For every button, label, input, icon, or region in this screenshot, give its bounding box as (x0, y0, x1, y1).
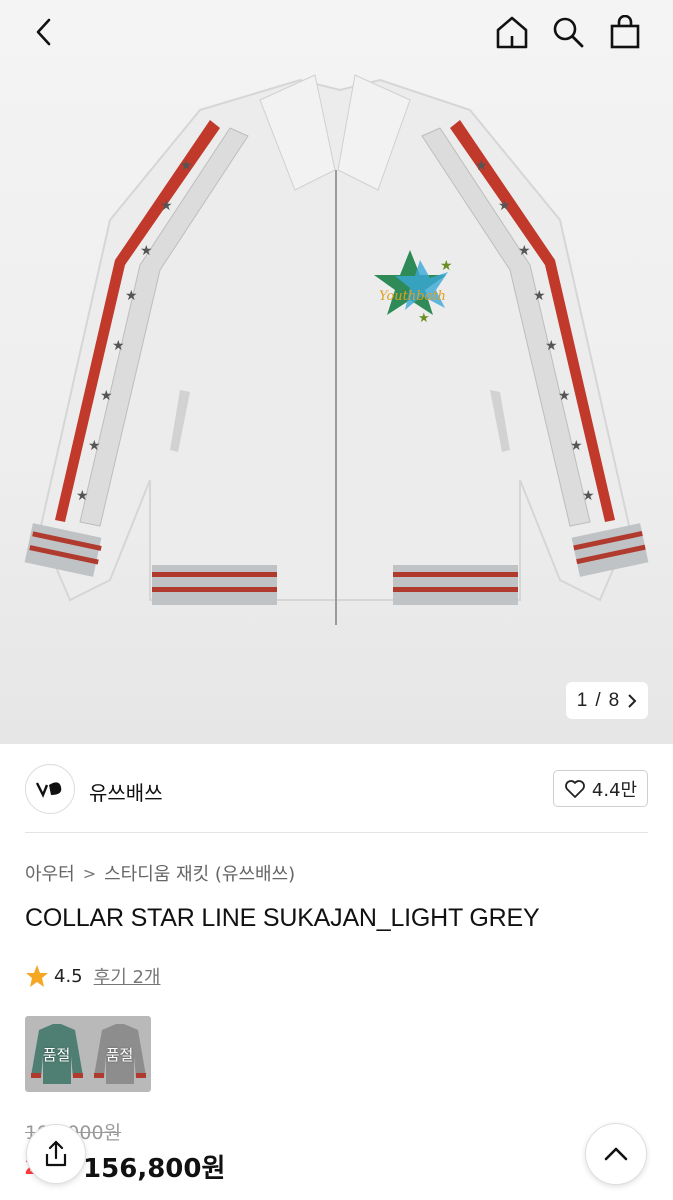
svg-text:★: ★ (498, 197, 511, 213)
variant-option-green[interactable]: 품절 (25, 1016, 88, 1092)
star-icon (26, 965, 48, 987)
svg-text:★: ★ (533, 287, 546, 303)
image-pager[interactable]: 1 / 8 (566, 682, 648, 719)
svg-text:★: ★ (518, 242, 531, 258)
back-button[interactable] (22, 10, 66, 54)
brand-logo[interactable] (25, 764, 75, 814)
svg-text:★: ★ (418, 310, 430, 325)
shopping-bag-icon (610, 15, 640, 49)
pager-total: 8 (608, 689, 620, 711)
chevron-left-icon (36, 18, 51, 46)
sold-out-label: 품절 (105, 1046, 134, 1064)
product-image-gallery[interactable]: ★ ★ ★ ★ ★ ★ ★ ★ ★ ★ ★ ★ ★ ★ ★ ★ Youthbath ★ ★ (0, 0, 673, 744)
breadcrumb-separator: > (82, 863, 97, 883)
search-button[interactable] (546, 10, 590, 54)
brand-logo-icon (35, 782, 62, 798)
variant-option-grey[interactable]: 품절 (88, 1016, 151, 1092)
product-title: COLLAR STAR LINE SUKAJAN_LIGHT GREY (25, 904, 540, 932)
brand-name[interactable]: 유쓰배쓰 (89, 777, 163, 806)
share-icon (45, 1140, 67, 1167)
svg-text:★: ★ (475, 157, 488, 173)
breadcrumb: 아우터 > 스타디움 재킷 (유쓰배쓰) (25, 860, 295, 886)
product-image: ★ ★ ★ ★ ★ ★ ★ ★ ★ ★ ★ ★ ★ ★ ★ ★ Youthbath ★ ★ (24, 74, 649, 625)
like-count: 4.4만 (591, 779, 638, 801)
svg-text:★: ★ (582, 487, 595, 503)
svg-text:★: ★ (112, 337, 125, 353)
heart-icon (565, 779, 585, 798)
svg-text:★: ★ (440, 257, 453, 273)
svg-text:★: ★ (160, 197, 173, 213)
home-button[interactable] (490, 10, 534, 54)
svg-text:★: ★ (545, 337, 558, 353)
svg-text:★: ★ (76, 487, 89, 503)
svg-text:★: ★ (100, 387, 113, 403)
svg-text:★: ★ (180, 157, 193, 173)
chest-logo-text: Youthbath (379, 289, 446, 304)
svg-text:★: ★ (140, 242, 153, 258)
divider (25, 832, 648, 833)
home-icon (496, 16, 528, 49)
breadcrumb-category[interactable]: 아우터 (25, 860, 75, 886)
search-icon (553, 17, 584, 48)
pager-current: 1 (576, 689, 588, 711)
rating-score: 4.5 (54, 965, 83, 987)
like-button[interactable]: 4.4만 (553, 770, 648, 807)
pager-separator: / (595, 689, 601, 711)
share-button[interactable] (26, 1124, 86, 1184)
svg-text:★: ★ (570, 437, 583, 453)
svg-text:★: ★ (558, 387, 571, 403)
shopping-bag-button[interactable] (603, 10, 647, 54)
svg-text:★: ★ (125, 287, 138, 303)
sold-out-label: 품절 (42, 1046, 71, 1064)
rating-row: 4.5 후기 2개 (25, 963, 161, 989)
brand-row: 유쓰배쓰 4.4만 (25, 764, 648, 814)
breadcrumb-subcategory[interactable]: 스타디움 재킷 (유쓰배쓰) (104, 860, 295, 886)
svg-text:★: ★ (88, 437, 101, 453)
chevron-right-icon (628, 693, 637, 708)
color-variants: 품절 품절 (25, 1016, 151, 1092)
chevron-up-icon (604, 1147, 628, 1161)
review-link[interactable]: 후기 2개 (94, 963, 161, 989)
scroll-to-top-button[interactable] (585, 1123, 647, 1185)
top-navigation-bar (0, 0, 673, 64)
sale-price: 156,800원 (83, 1154, 226, 1184)
